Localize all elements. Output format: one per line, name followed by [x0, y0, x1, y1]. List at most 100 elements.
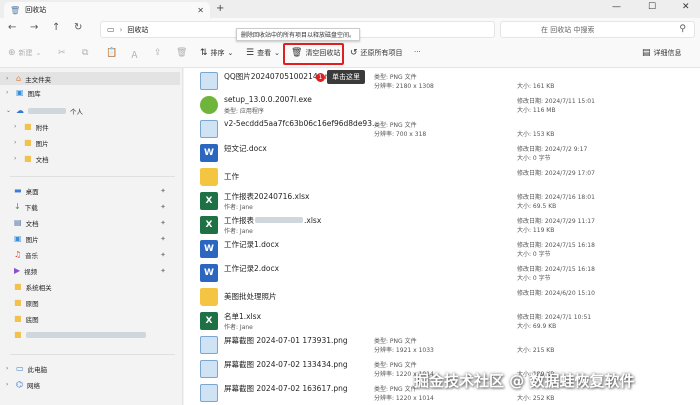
- tab-title: 回收站: [25, 6, 47, 14]
- file-size: 大小: 161 KB: [517, 83, 555, 90]
- sidebar-item-label: 音乐: [25, 251, 39, 260]
- list-item[interactable]: 屏幕截图 2024-07-01 173931.png 类型: PNG 文件 分辨…: [192, 333, 692, 357]
- chevron-down-icon: ⌄: [227, 49, 234, 57]
- sidebar-item-this-pc[interactable]: › ▭ 此电脑: [0, 362, 180, 375]
- pin-icon[interactable]: ✦: [160, 235, 166, 243]
- file-type: 类型: PNG 文件: [374, 74, 417, 81]
- list-item[interactable]: 美图批处理照片 修改日期: 2024/6/20 15:10: [192, 285, 692, 309]
- list-item[interactable]: v2-5ecddd5aa7fc63b06c16ef96d8de93... 类型:…: [192, 117, 692, 141]
- back-icon[interactable]: ←: [8, 22, 16, 33]
- callout-label: 单击这里: [327, 70, 365, 84]
- recycle-bin-icon: 🗑: [10, 5, 21, 15]
- sidebar-item-gallery[interactable]: › ▣ 图库: [0, 86, 180, 99]
- sort-button[interactable]: ⇅ 排序 ⌄: [200, 48, 233, 58]
- file-name: 短文记.docx: [224, 144, 267, 153]
- image-file-icon: [200, 120, 218, 138]
- file-type: 类型: PNG 文件: [374, 386, 417, 393]
- cloud-icon: ☁: [16, 106, 24, 115]
- watermark: 掘金技术社区 @ 数据蛙恢复软件: [414, 372, 635, 390]
- paste-icon[interactable]: 📋: [106, 48, 117, 58]
- sidebar-item-label: 下载: [24, 203, 38, 212]
- sidebar-item-music[interactable]: ♫ 音乐 ✦: [0, 248, 180, 261]
- pin-icon[interactable]: ✦: [160, 267, 166, 275]
- file-name-suffix: .xlsx: [304, 216, 322, 225]
- delete-icon[interactable]: 🗑: [176, 48, 187, 58]
- view-button[interactable]: ☰ 查看 ⌄: [246, 48, 280, 58]
- sidebar-item-base[interactable]: ■ 底图: [0, 312, 180, 325]
- search-icon: ⚲: [679, 24, 686, 34]
- close-window-icon[interactable]: ✕: [682, 2, 690, 12]
- file-name-prefix: 工作报表: [224, 216, 254, 225]
- pin-icon[interactable]: ✦: [160, 251, 166, 259]
- sidebar-item-documents-quick[interactable]: ▤ 文档 ✦: [0, 216, 180, 229]
- sidebar-item-label: 视频: [24, 267, 38, 276]
- restore-all-button[interactable]: ↺ 还原所有项目: [350, 48, 403, 58]
- tooltip-empty-recycle-bin: 删除回收站中的所有项目以释放磁盘空间。: [236, 28, 361, 41]
- chevron-right-icon: ›: [6, 89, 9, 96]
- maximize-icon[interactable]: ☐: [648, 2, 656, 12]
- list-item[interactable]: W 工作记录1.docx 修改日期: 2024/7/15 16:18 大小: 0…: [192, 237, 692, 261]
- search-input[interactable]: 在 回收站 中搜索 ⚲: [500, 21, 695, 38]
- list-item[interactable]: setup_13.0.0.2007l.exe 类型: 应用程序 修改日期: 20…: [192, 93, 692, 117]
- sidebar-item-videos[interactable]: ▶ 视频 ✦: [0, 264, 180, 277]
- title-bar: 🗑 回收站 ✕ + — ☐ ✕: [0, 0, 700, 18]
- cut-icon[interactable]: ✂: [58, 48, 66, 58]
- chevron-right-icon: ›: [14, 123, 17, 130]
- excel-file-icon: X: [200, 216, 218, 234]
- more-button[interactable]: ···: [414, 48, 421, 56]
- sidebar-item-system[interactable]: ■ 系统相关: [0, 280, 180, 293]
- view-icon: ☰: [246, 48, 255, 58]
- copy-icon[interactable]: ⧉: [82, 48, 88, 58]
- share-icon[interactable]: ⇪: [154, 48, 162, 58]
- file-name: 工作报表20240716.xlsx: [224, 192, 310, 201]
- sidebar-item-desktop[interactable]: ▬ 桌面 ✦: [0, 184, 180, 197]
- refresh-icon[interactable]: ↻: [74, 22, 82, 33]
- sidebar-item-home[interactable]: › ⌂ 主文件夹: [0, 72, 180, 85]
- new-icon: ⊕: [8, 48, 16, 58]
- sidebar-item-label: 文档: [25, 219, 39, 228]
- file-name: setup_13.0.0.2007l.exe: [224, 95, 312, 104]
- redacted-text: [255, 217, 303, 223]
- sidebar-item-redacted[interactable]: ■: [0, 328, 180, 341]
- minimize-icon[interactable]: —: [612, 2, 621, 12]
- new-button[interactable]: ⊕ 新建 ⌄: [8, 48, 41, 58]
- sidebar-item-personal[interactable]: ⌄ ☁ 个人: [0, 104, 180, 117]
- file-type: 类型: 应用程序: [224, 108, 264, 115]
- sidebar-item-network[interactable]: › ⌬ 网络: [0, 378, 180, 391]
- sidebar-item-label: 系统相关: [25, 283, 52, 292]
- pin-icon[interactable]: ✦: [160, 203, 166, 211]
- pin-icon[interactable]: ✦: [160, 187, 166, 195]
- list-item[interactable]: X 工作报表20240716.xlsx 作者: Jane 修改日期: 2024/…: [192, 189, 692, 213]
- close-tab-icon[interactable]: ✕: [197, 6, 204, 15]
- music-icon: ♫: [14, 250, 22, 259]
- file-name: 工作: [224, 172, 239, 181]
- redacted-folder-name: [25, 331, 146, 338]
- new-tab-icon[interactable]: +: [216, 3, 224, 14]
- file-resolution: 分辨率: 700 x 318: [374, 131, 427, 138]
- sidebar-item-documents[interactable]: › ■ 文档: [0, 152, 180, 165]
- tab-recycle-bin[interactable]: 🗑 回收站 ✕: [4, 2, 210, 18]
- breadcrumb[interactable]: 回收站: [127, 25, 148, 35]
- sidebar-item-original[interactable]: ■ 原图: [0, 296, 180, 309]
- forward-icon[interactable]: →: [30, 22, 38, 33]
- list-item[interactable]: W 工作记录2.docx 修改日期: 2024/7/15 16:18 大小: 0…: [192, 261, 692, 285]
- list-item[interactable]: X 工作报表 .xlsx 作者: Jane 修改日期: 2024/7/29 11:…: [192, 213, 692, 237]
- list-item[interactable]: 工作 修改日期: 2024/7/29 17:07: [192, 165, 692, 189]
- up-icon[interactable]: ↑: [52, 22, 60, 33]
- sidebar-item-label: 桌面: [25, 187, 39, 196]
- details-button[interactable]: ▤ 详细信息: [642, 48, 682, 58]
- file-resolution: 分辨率: 1220 x 1014: [374, 395, 434, 402]
- file-modified: 修改日期: 2024/7/29 17:07: [517, 170, 595, 177]
- list-item[interactable]: X 名单1.xlsx 作者: Jane 修改日期: 2024/7/1 10:51…: [192, 309, 692, 333]
- rename-icon[interactable]: Ａ: [130, 48, 139, 61]
- sidebar-item-label: 图片: [35, 139, 49, 148]
- folder-icon: ■: [24, 138, 32, 147]
- pin-icon[interactable]: ✦: [160, 219, 166, 227]
- sidebar-item-attachments[interactable]: › ■ 附件: [0, 120, 180, 133]
- sidebar-item-downloads[interactable]: ↓ 下载 ✦: [0, 200, 180, 213]
- list-item[interactable]: QQ图片20240705100214.png 类型: PNG 文件 分辨率: 2…: [192, 69, 692, 93]
- sidebar-item-pictures[interactable]: › ■ 图片: [0, 136, 180, 149]
- list-item[interactable]: W 短文记.docx 修改日期: 2024/7/2 9:17 大小: 0 字节: [192, 141, 692, 165]
- sidebar-item-pictures-quick[interactable]: ▣ 图片 ✦: [0, 232, 180, 245]
- download-icon: ↓: [14, 202, 21, 211]
